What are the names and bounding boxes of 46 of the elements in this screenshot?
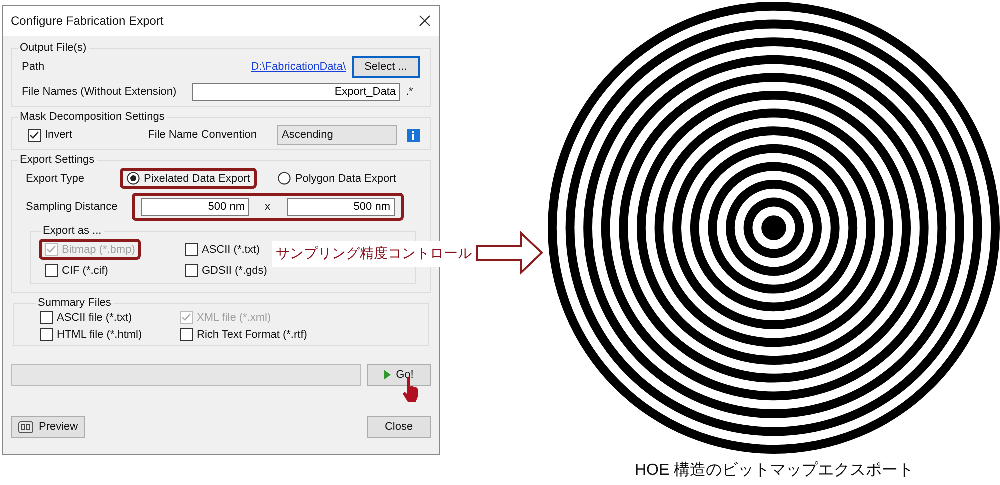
extension-label: .* [406, 86, 414, 98]
checkbox-label: ASCII (*.txt) [202, 244, 260, 256]
group-title: Export Settings [19, 154, 96, 166]
radio-button[interactable] [127, 172, 140, 185]
checkbox-label: HTML file (*.html) [57, 328, 142, 340]
select-button[interactable]: Select ... [352, 56, 420, 78]
group-title: Mask Decomposition Settings [19, 111, 166, 123]
convention-dropdown[interactable]: Ascending [277, 125, 397, 145]
go-button[interactable]: Go! [367, 364, 431, 386]
checkbox[interactable] [185, 243, 198, 256]
preview-button[interactable]: Preview [11, 416, 86, 438]
checkbox[interactable] [185, 264, 198, 277]
info-icon[interactable] [407, 128, 420, 142]
checkbox-label: CIF (*.cif) [62, 264, 108, 276]
play-icon [384, 370, 392, 380]
window-title: Configure Fabrication Export [11, 14, 164, 28]
checkbox[interactable] [45, 264, 58, 277]
group-title: Output File(s) [19, 42, 88, 54]
field-label: Export Type [26, 172, 86, 184]
checkbox-label: Bitmap (*.bmp) [62, 244, 136, 256]
checkbox[interactable] [40, 311, 53, 324]
checkbox-label: GDSII (*.gds) [202, 264, 268, 276]
checkbox[interactable] [40, 328, 53, 341]
arrow-icon [476, 231, 544, 275]
group-title: Export as ... [42, 225, 103, 237]
sampling-field[interactable]: 500 nm [286, 198, 394, 216]
sampling-field[interactable]: 500 nm [141, 198, 249, 216]
group-title: Summary Files [37, 297, 112, 309]
separator-label: x [265, 201, 270, 213]
close-icon[interactable] [419, 15, 431, 27]
radio-option[interactable]: Pixelated Data Export [120, 168, 258, 189]
field-label: File Name Convention [148, 129, 257, 141]
checkbox-label: ASCII file (*.txt) [57, 312, 132, 324]
close-button[interactable]: Close [367, 416, 431, 438]
checkbox-label: XML file (*.xml) [197, 312, 272, 324]
radio-button[interactable] [278, 172, 292, 185]
checkbox-label: Rich Text Format (*.rtf) [197, 328, 308, 340]
field-label: Path [22, 61, 45, 73]
checkbox[interactable] [28, 128, 41, 142]
checkbox[interactable] [180, 328, 193, 341]
field-label: File Names (Without Extension) [22, 86, 177, 98]
path-link[interactable]: D:\FabricationData\ [251, 61, 346, 73]
radio-option[interactable]: Polygon Data Export [271, 168, 404, 189]
figure-caption: HOE 構造のビットマップエクスポート [635, 460, 914, 481]
checkbox-label: Invert [45, 129, 73, 141]
file-name-field[interactable]: Export_Data [192, 83, 400, 101]
